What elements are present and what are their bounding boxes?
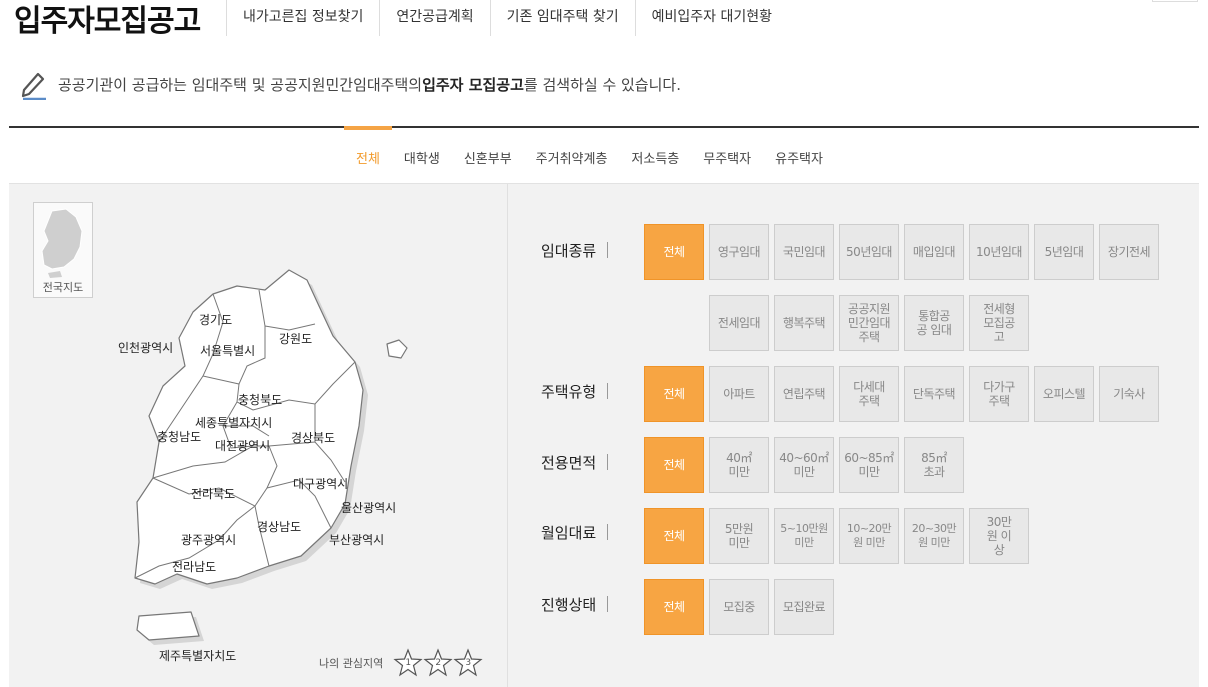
housing-type-apartment-button[interactable]: 아파트 bbox=[709, 366, 769, 422]
region-gyeonggi[interactable]: 경기도 bbox=[199, 311, 232, 328]
panel-divider bbox=[507, 184, 508, 687]
rental-type-happy-house-button[interactable]: 행복주택 bbox=[774, 295, 834, 351]
nav-waiting-status[interactable]: 예비입주자 대기현황 bbox=[634, 0, 788, 36]
rental-type-purchase-button[interactable]: 매입임대 bbox=[904, 224, 964, 280]
region-ulsan[interactable]: 울산광역시 bbox=[341, 499, 396, 516]
overview-map-label: 전국지도 bbox=[42, 281, 84, 294]
status-label: 진행상태 bbox=[541, 596, 609, 614]
area-40-60-button[interactable]: 40~60㎡ 미만 bbox=[774, 437, 834, 493]
rent-20-30-button[interactable]: 20~30만원 미만 bbox=[904, 508, 964, 564]
region-jeonnam[interactable]: 전라남도 bbox=[172, 558, 216, 575]
status-closed-button[interactable]: 모집완료 bbox=[774, 579, 834, 635]
region-gyeongnam[interactable]: 경상남도 bbox=[257, 518, 301, 535]
area-label: 전용면적 bbox=[541, 454, 609, 472]
region-busan[interactable]: 부산광역시 bbox=[329, 531, 384, 548]
corner-decoration bbox=[1152, 0, 1198, 2]
housing-type-officetel-button[interactable]: 오피스텔 bbox=[1034, 366, 1094, 422]
rent-all-button[interactable]: 전체 bbox=[644, 508, 704, 564]
rental-type-50year-button[interactable]: 50년임대 bbox=[839, 224, 899, 280]
rental-type-5year-button[interactable]: 5년임대 bbox=[1034, 224, 1094, 280]
rent-over-30-button[interactable]: 30만원 이상 bbox=[969, 508, 1029, 564]
region-gangwon[interactable]: 강원도 bbox=[279, 330, 312, 347]
rental-type-jeonse-notice-button[interactable]: 전세형 모집공고 bbox=[969, 295, 1029, 351]
housing-type-multiplex-button[interactable]: 다세대 주택 bbox=[839, 366, 899, 422]
housing-type-multifamily-button[interactable]: 다가구 주택 bbox=[969, 366, 1029, 422]
star-number-2: 2 bbox=[435, 658, 442, 668]
region-seoul[interactable]: 서울특별시 bbox=[200, 342, 255, 359]
interest-label: 나의 관심지역 bbox=[319, 657, 384, 670]
tab-low-income[interactable]: 저소득층 bbox=[619, 128, 691, 184]
notice-suffix: 를 검색하실 수 있습니다. bbox=[523, 75, 681, 94]
region-daejeon[interactable]: 대전광역시 bbox=[215, 437, 270, 454]
area-all-button[interactable]: 전체 bbox=[644, 437, 704, 493]
nav-annual-plan[interactable]: 연간공급계획 bbox=[379, 0, 489, 36]
overview-map-button[interactable]: 전국지도 bbox=[33, 202, 93, 298]
interest-star-3[interactable]: 3 bbox=[453, 648, 483, 678]
interest-regions: 나의 관심지역 1 2 3 bbox=[319, 648, 483, 678]
region-jeju[interactable]: 제주특별자치도 bbox=[159, 647, 236, 664]
rental-type-all-button[interactable]: 전체 bbox=[644, 224, 704, 280]
tab-all[interactable]: 전체 bbox=[344, 126, 392, 184]
jeju-shape bbox=[136, 611, 200, 641]
nav-my-house-info[interactable]: 내가고른집 정보찾기 bbox=[226, 0, 379, 36]
tab-university-student[interactable]: 대학생 bbox=[392, 128, 452, 184]
star-number-3: 3 bbox=[465, 658, 472, 668]
rent-label: 월임대료 bbox=[541, 524, 609, 542]
rental-type-long-jeonse-button[interactable]: 장기전세 bbox=[1099, 224, 1159, 280]
rental-type-permanent-button[interactable]: 영구임대 bbox=[709, 224, 769, 280]
page-title: 입주자모집공고 bbox=[14, 4, 201, 39]
region-incheon[interactable]: 인천광역시 bbox=[118, 339, 173, 356]
housing-type-townhouse-button[interactable]: 연립주택 bbox=[774, 366, 834, 422]
status-all-button[interactable]: 전체 bbox=[644, 579, 704, 635]
notice-line: 공공기관이 공급하는 임대주택 및 공공지원민간임대주택의 입주자 모집공고 를 … bbox=[20, 68, 681, 100]
tab-newlyweds[interactable]: 신혼부부 bbox=[452, 128, 524, 184]
housing-type-all-button[interactable]: 전체 bbox=[644, 366, 704, 422]
area-over-85-button[interactable]: 85㎡ 초과 bbox=[904, 437, 964, 493]
rental-type-10year-button[interactable]: 10년임대 bbox=[969, 224, 1029, 280]
housing-type-detached-button[interactable]: 단독주택 bbox=[904, 366, 964, 422]
rent-under-5-button[interactable]: 5만원 미만 bbox=[709, 508, 769, 564]
rental-type-national-button[interactable]: 국민임대 bbox=[774, 224, 834, 280]
star-number-1: 1 bbox=[405, 658, 412, 668]
area-60-85-button[interactable]: 60~85㎡ 미만 bbox=[839, 437, 899, 493]
korea-mini-map-icon bbox=[41, 208, 83, 278]
housing-type-dormitory-button[interactable]: 기숙사 bbox=[1099, 366, 1159, 422]
region-gyeongbuk[interactable]: 경상북도 bbox=[291, 429, 335, 446]
pencil-icon bbox=[21, 72, 46, 100]
korea-region-map bbox=[134, 269, 408, 645]
rent-5-10-button[interactable]: 5~10만원 미만 bbox=[774, 508, 834, 564]
area-under-40-button[interactable]: 40㎡ 미만 bbox=[709, 437, 769, 493]
region-daegu[interactable]: 대구광역시 bbox=[293, 475, 348, 492]
tab-homeless[interactable]: 무주택자 bbox=[691, 128, 763, 184]
tab-vulnerable[interactable]: 주거취약계층 bbox=[524, 128, 620, 184]
nav-existing-rental[interactable]: 기존 임대주택 찾기 bbox=[489, 0, 635, 36]
rent-10-20-button[interactable]: 10~20만원 미만 bbox=[839, 508, 899, 564]
rental-type-jeonse-button[interactable]: 전세임대 bbox=[709, 295, 769, 351]
region-jeonbuk[interactable]: 전라북도 bbox=[191, 485, 235, 502]
region-chungbuk[interactable]: 충청북도 bbox=[238, 391, 282, 408]
notice-highlight: 입주자 모집공고 bbox=[422, 75, 524, 94]
notice-prefix: 공공기관이 공급하는 임대주택 및 공공지원민간임대주택의 bbox=[58, 75, 423, 94]
tab-homeowner[interactable]: 유주택자 bbox=[763, 128, 835, 184]
region-gwangju[interactable]: 광주광역시 bbox=[181, 531, 236, 548]
region-sejong[interactable]: 세종특별자치시 bbox=[195, 414, 272, 431]
region-chungnam[interactable]: 충청남도 bbox=[157, 428, 201, 445]
housing-type-label: 주택유형 bbox=[541, 383, 609, 401]
rental-type-label: 임대종류 bbox=[541, 242, 609, 260]
rental-type-integrated-button[interactable]: 통합공공 임대 bbox=[904, 295, 964, 351]
top-nav: 내가고른집 정보찾기 연간공급계획 기존 임대주택 찾기 예비입주자 대기현황 bbox=[226, 0, 788, 36]
interest-star-2[interactable]: 2 bbox=[423, 648, 453, 678]
interest-star-1[interactable]: 1 bbox=[393, 648, 423, 678]
status-recruiting-button[interactable]: 모집중 bbox=[709, 579, 769, 635]
target-tabs: 전체 대학생 신혼부부 주거취약계층 저소득층 무주택자 유주택자 bbox=[344, 126, 835, 184]
rental-type-private-rental-button[interactable]: 공공지원 민간임대 주택 bbox=[839, 295, 899, 351]
